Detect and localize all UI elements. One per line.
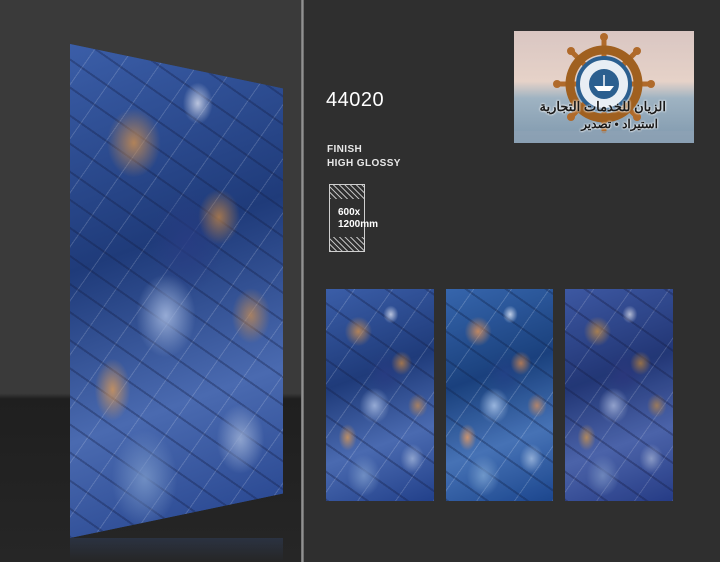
logo-services: استيراد • تصدير xyxy=(581,117,658,131)
tile-variation-1 xyxy=(326,289,434,501)
tile-variation-3 xyxy=(565,289,673,501)
slab-reflection xyxy=(70,538,283,562)
logo-company-name: الزيان للخدمات التجارية xyxy=(539,99,666,114)
tile-variation-2 xyxy=(446,289,553,501)
company-logo: الزيان للخدمات التجارية استيراد • تصدير xyxy=(514,31,694,143)
tile-size-text: 600x 1200mm xyxy=(338,207,379,230)
finish-value: HIGH GLOSSY xyxy=(327,158,401,169)
finish-label: FINISH xyxy=(327,144,363,155)
product-code: 44020 xyxy=(326,89,385,111)
hatch-top xyxy=(330,185,364,199)
hatch-bottom xyxy=(330,237,364,251)
large-slab-perspective xyxy=(70,44,283,538)
panel-divider xyxy=(301,0,304,562)
